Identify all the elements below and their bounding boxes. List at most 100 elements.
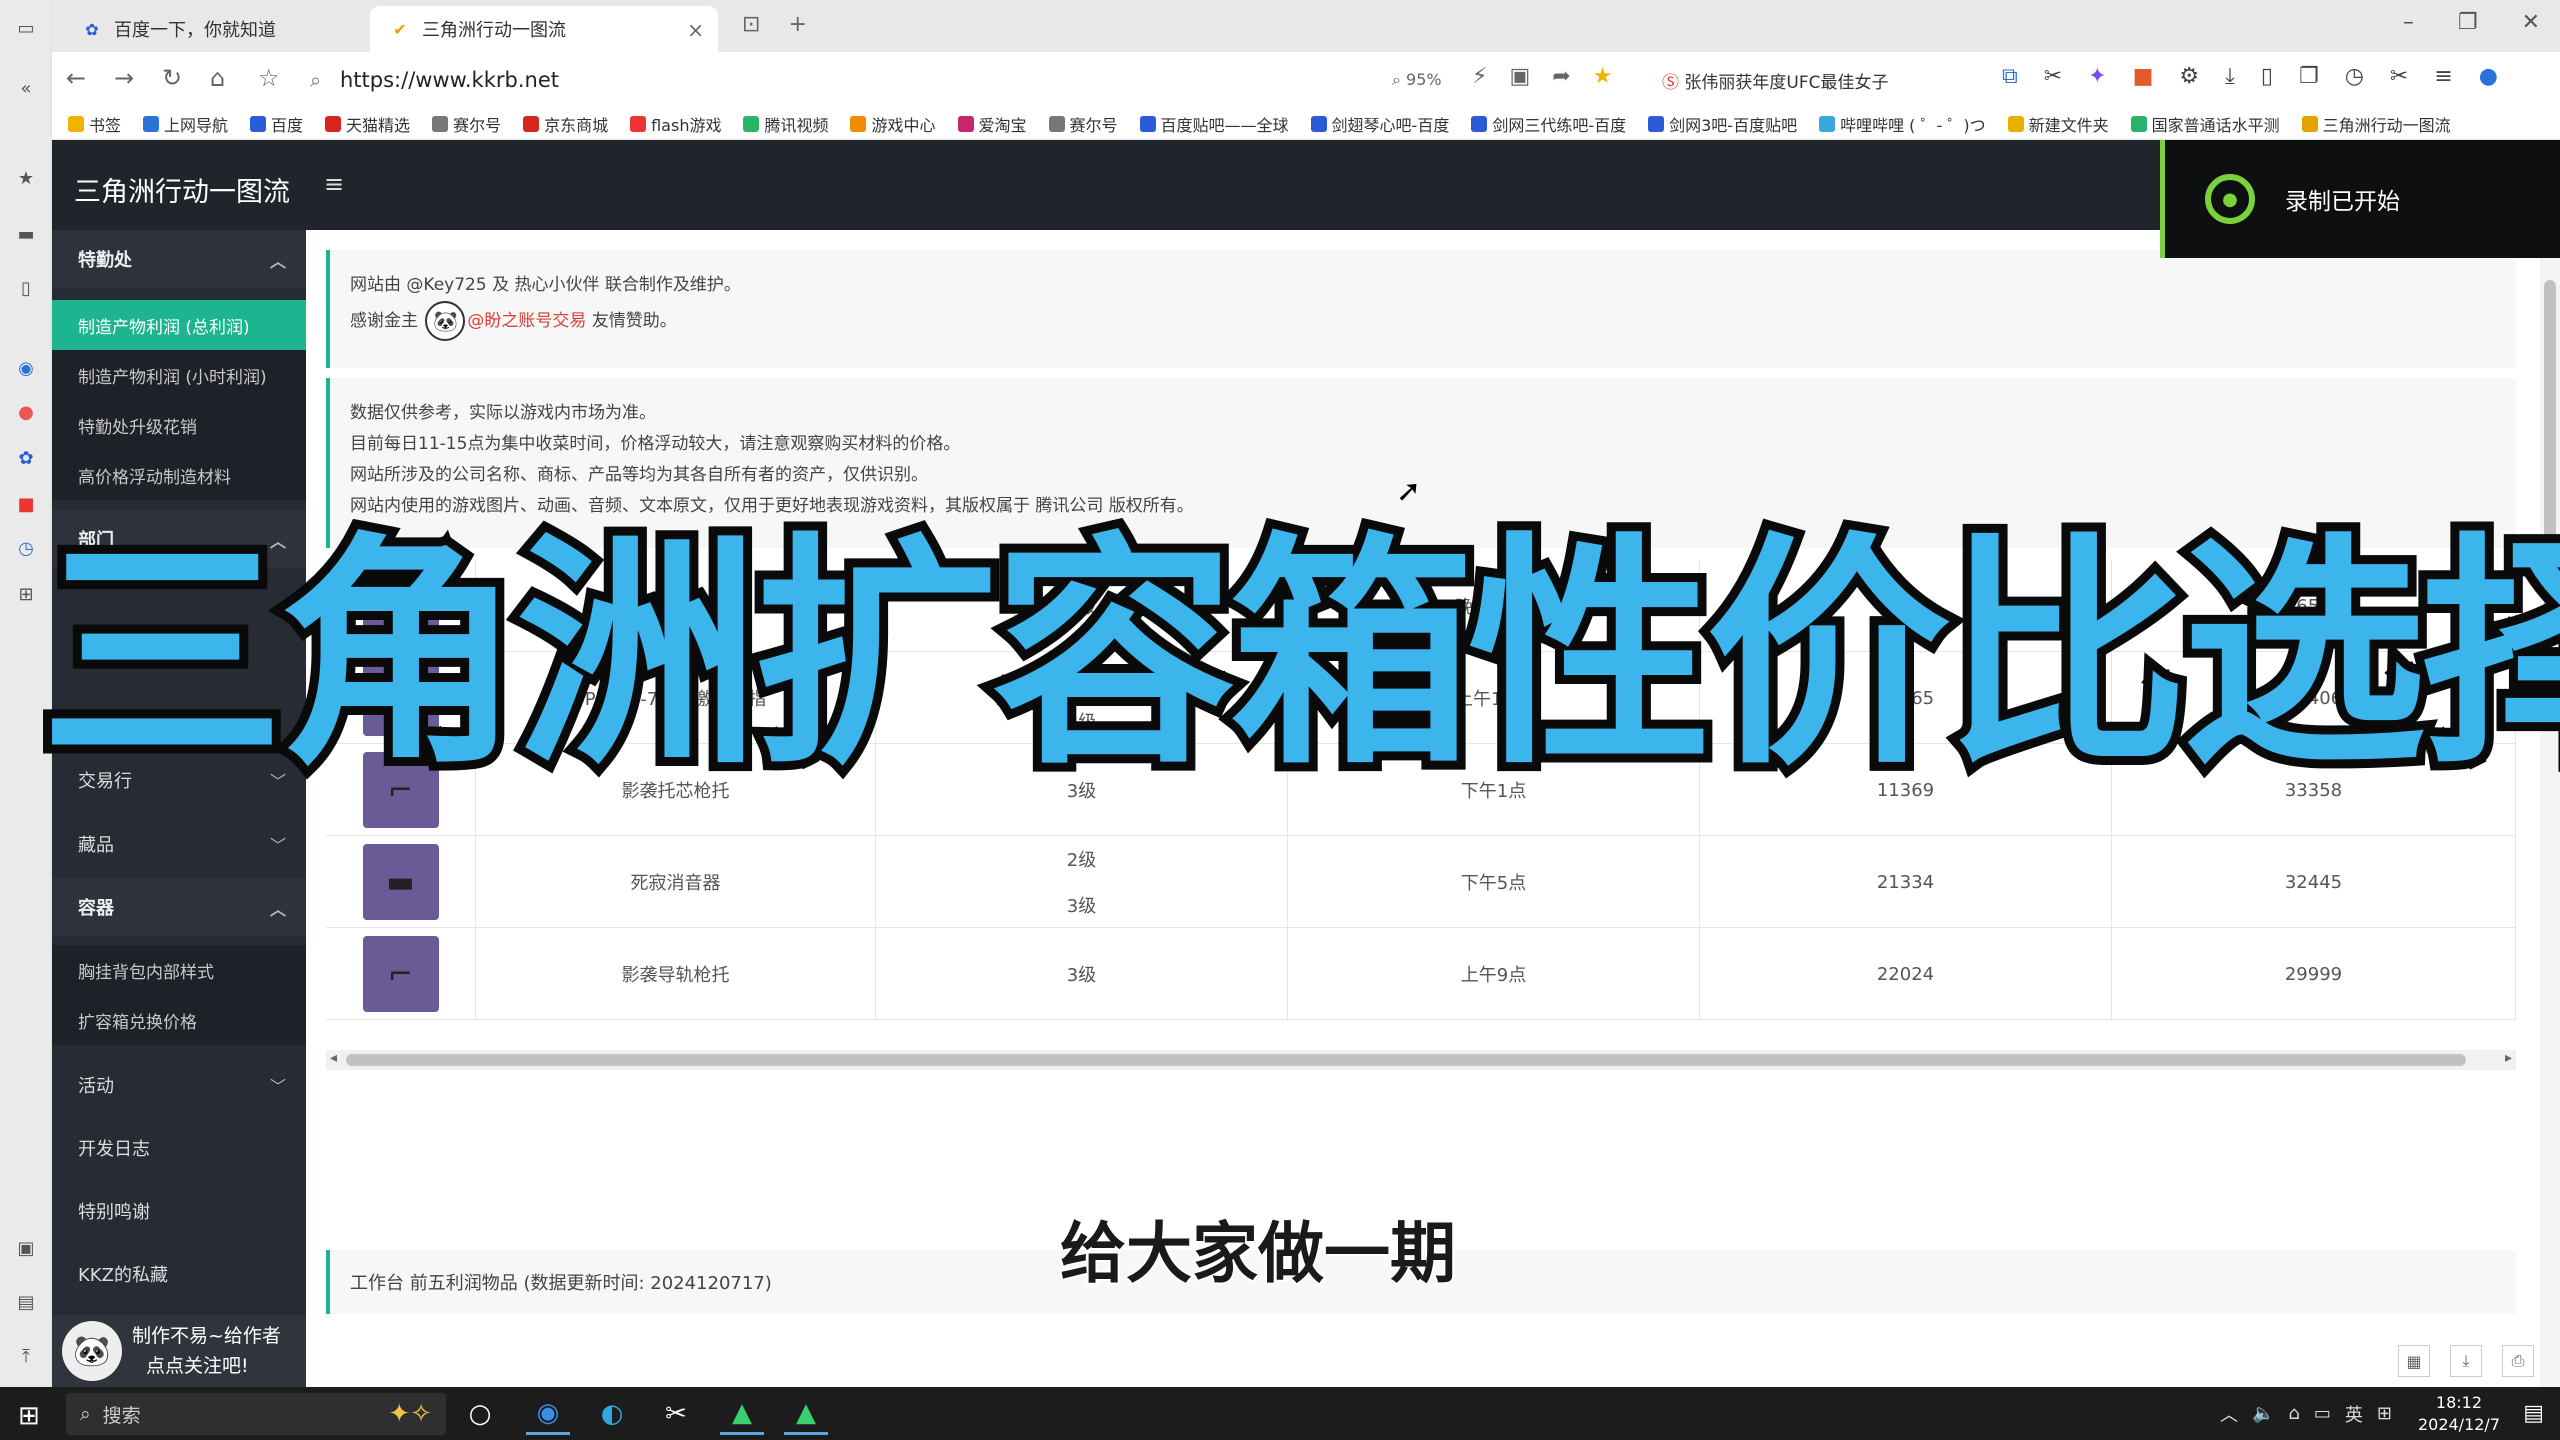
menu-toggle-icon[interactable]: ≡	[324, 170, 344, 198]
extensions-icon[interactable]: ⚙	[2179, 64, 2199, 89]
chevron-up-icon[interactable]: ︿	[2220, 1401, 2238, 1427]
bookmark-item[interactable]: 赛尔号	[432, 112, 501, 136]
browser-app-icon[interactable]: ◉	[526, 1393, 570, 1435]
share-icon[interactable]: ➦	[1552, 64, 1570, 89]
delta-force-icon[interactable]: ▲	[720, 1393, 764, 1435]
app-icon[interactable]: ●	[14, 400, 38, 424]
sidebar-item-kkz-collection[interactable]: KKZ的私藏	[52, 1244, 306, 1304]
briefcase-icon[interactable]: ▤	[14, 1290, 38, 1314]
bookmark-item[interactable]: 三角洲行动一图流	[2301, 112, 2451, 136]
reload-icon[interactable]: ↻	[162, 64, 182, 92]
display-icon[interactable]: ▭	[2314, 1403, 2331, 1424]
vertical-scrollbar[interactable]	[2540, 230, 2560, 1387]
sidebar-toggle-icon[interactable]: ▭	[14, 16, 38, 40]
sidebar-group-collect[interactable]: 藏品 ﹀	[52, 814, 306, 874]
edge-icon[interactable]: ◐	[590, 1393, 634, 1435]
bookmark-item[interactable]: 哔哩哔哩 ( ゜- ゜)つ	[1819, 112, 1986, 136]
bookmark-item[interactable]: 百度贴吧——全球	[1139, 112, 1289, 136]
network-icon[interactable]: ⌂	[2288, 1403, 2299, 1424]
url-input[interactable]: ⌕ https://www.kkrb.net	[300, 60, 1470, 100]
bookmark-item[interactable]: 游戏中心	[850, 112, 936, 136]
news-ticker[interactable]: Ⓢ 张伟丽获年度UFC最佳女子	[1662, 68, 1962, 93]
taskbar-search[interactable]: ⌕ 搜索 ✦✧	[66, 1393, 446, 1435]
bookmark-item[interactable]: 腾讯视频	[743, 112, 828, 136]
collapse-icon[interactable]: «	[14, 76, 38, 100]
bookmark-item[interactable]: 京东商城	[523, 112, 608, 136]
table-row[interactable]: ▬ 死寂消音器 2级 3级 下午5点 21334 32445	[326, 836, 2516, 928]
phone-icon[interactable]: ▯	[14, 276, 38, 300]
author-promo[interactable]: 🐼 制作不易~给作者 点点关注吧!	[52, 1315, 306, 1387]
screenshot-icon[interactable]: ✂	[2044, 64, 2062, 89]
back-icon[interactable]: ←	[66, 64, 86, 92]
horizontal-scrollbar[interactable]: ◂ ▸	[326, 1050, 2516, 1070]
bookmark-item[interactable]: 书签	[68, 112, 121, 136]
volume-icon[interactable]: 🔈	[2252, 1403, 2274, 1424]
table-row[interactable]: ⌐ 影袭导轨枪托 3级 上午9点 22024 29999	[326, 928, 2516, 1020]
windows-start-icon[interactable]: ⊞	[18, 1401, 40, 1431]
sidebar-item-upgrade-cost[interactable]: 特勤处升级花销	[52, 400, 306, 450]
sidebar-group-container[interactable]: 容器 ︿	[52, 878, 306, 936]
profile-icon[interactable]: ●	[2479, 64, 2498, 89]
sidebar-group-activity[interactable]: 活动 ﹀	[52, 1055, 306, 1115]
star-icon[interactable]: ★	[14, 166, 38, 190]
close-icon[interactable]: ×	[687, 18, 704, 42]
sponsor-link[interactable]: @盼之账号交易	[467, 311, 586, 331]
bookmark-item[interactable]: 新建文件夹	[2007, 112, 2109, 136]
folder-icon[interactable]: ▬	[14, 222, 38, 246]
bookmark-item[interactable]: 百度	[250, 112, 303, 136]
bookmark-item[interactable]: 爱淘宝	[957, 112, 1027, 136]
minimize-icon[interactable]: –	[2403, 10, 2414, 35]
new-tab-icon[interactable]: +	[788, 12, 806, 37]
menu-icon[interactable]: ≡	[2434, 64, 2452, 89]
sidebar-item-volatile-materials[interactable]: 高价格浮动制造材料	[52, 450, 306, 500]
bookmark-item[interactable]: 国家普通话水平测	[2130, 112, 2280, 136]
sidebar-item-backpack-style[interactable]: 胸挂背包内部样式	[52, 945, 306, 995]
forward-icon[interactable]: →	[114, 64, 134, 92]
site-title[interactable]: 三角洲行动一图流	[74, 170, 290, 209]
window-icon[interactable]: ❐	[2299, 64, 2319, 89]
scroll-right-icon[interactable]: ▸	[2505, 1050, 2512, 1066]
lightning-icon[interactable]: ⚡	[1472, 64, 1487, 89]
bookmark-item[interactable]: 赛尔号	[1048, 112, 1118, 136]
bookmark-star-icon[interactable]: ★	[1593, 64, 1613, 89]
zoom-level[interactable]: ⌕ 95%	[1392, 70, 1442, 90]
add-icon[interactable]: ⊞	[14, 582, 38, 606]
ime-indicator[interactable]: 英	[2345, 1401, 2363, 1427]
clock-icon[interactable]: ◷	[14, 536, 38, 560]
notification-icon[interactable]: ▤	[2523, 1401, 2544, 1426]
favorite-icon[interactable]: ☆	[258, 64, 280, 92]
bookmark-item[interactable]: 上网导航	[143, 112, 228, 136]
bookmark-item[interactable]: flash游戏	[630, 112, 721, 136]
delta-force-launcher-icon[interactable]: ▲	[784, 1393, 828, 1435]
bookmark-item[interactable]: 剑翅琴心吧-百度	[1310, 112, 1449, 136]
search-app-icon[interactable]: ◉	[14, 356, 38, 380]
tab-kkrb[interactable]: ✔ 三角洲行动一图流 ×	[370, 6, 718, 52]
sidebar-item-profit-hourly[interactable]: 制造产物利润 (小时利润)	[52, 350, 306, 400]
history-icon[interactable]: ◷	[2345, 64, 2364, 89]
scroll-left-icon[interactable]: ◂	[330, 1050, 337, 1066]
capcut-icon[interactable]: ✂	[654, 1393, 698, 1435]
clock[interactable]: 18:12 2024/12/7	[2418, 1392, 2500, 1436]
sidebar-item-expansion-price[interactable]: 扩容箱兑换价格	[52, 995, 306, 1045]
close-window-icon[interactable]: ✕	[2522, 10, 2540, 35]
restore-icon[interactable]: ❐	[2458, 10, 2478, 35]
pdf-icon[interactable]: ■	[2133, 64, 2154, 89]
mobile-icon[interactable]: ▯	[2261, 64, 2273, 89]
ai-icon[interactable]: ✦	[2088, 64, 2106, 89]
bookmark-item[interactable]: 天猫精选	[325, 112, 410, 136]
tab-list-icon[interactable]: ⊡	[742, 12, 760, 37]
keyboard-icon[interactable]: ⊞	[2377, 1403, 2392, 1424]
task-view-icon[interactable]: ○	[458, 1393, 502, 1435]
print-icon[interactable]: ⎙	[2502, 1345, 2534, 1377]
media-icon[interactable]: ▣	[14, 1236, 38, 1260]
sidebar-item-thanks[interactable]: 特别鸣谢	[52, 1181, 306, 1241]
bookmark-item[interactable]: 剑网3吧-百度贴吧	[1648, 112, 1797, 136]
export-icon[interactable]: ⤓	[2450, 1345, 2482, 1377]
sidebar-item-devlog[interactable]: 开发日志	[52, 1118, 306, 1178]
tab-baidu[interactable]: ✿ 百度一下，你就知道	[62, 6, 372, 52]
video-icon[interactable]: ■	[14, 492, 38, 516]
pin-icon[interactable]: ⤒	[14, 1344, 38, 1368]
bookmark-item[interactable]: 剑网三代练吧-百度	[1471, 112, 1626, 136]
download-icon[interactable]: ⤓	[2225, 64, 2235, 89]
home-icon[interactable]: ⌂	[210, 64, 225, 92]
